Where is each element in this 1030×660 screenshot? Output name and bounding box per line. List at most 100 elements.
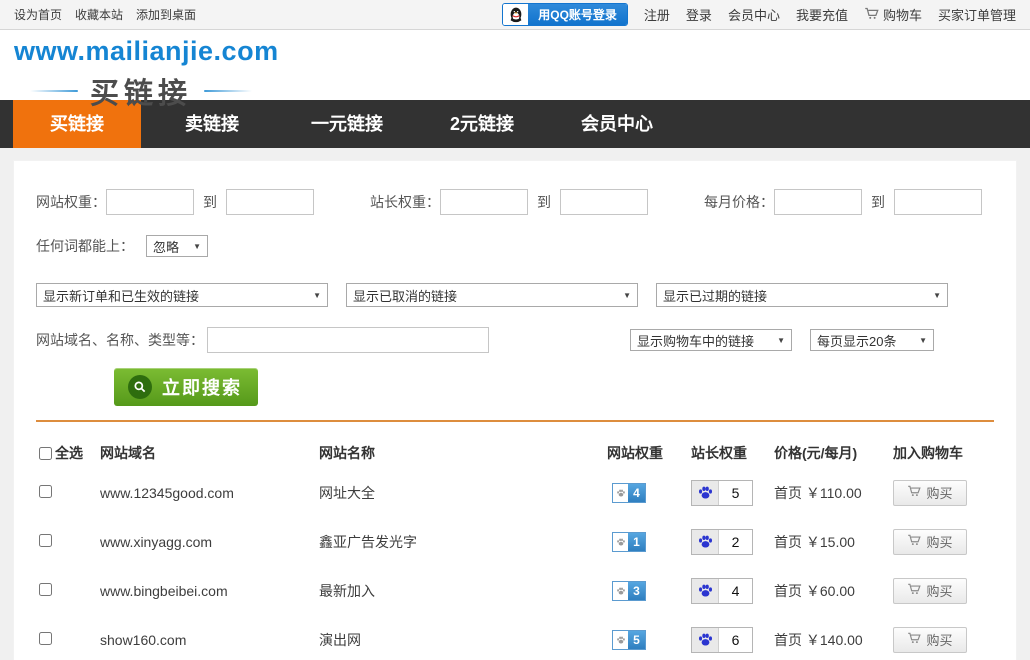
- site-weight-max-input[interactable]: [226, 189, 314, 215]
- webmaster-weight-min-input[interactable]: [440, 189, 528, 215]
- cancelled-select-value: 显示已取消的链接: [353, 286, 457, 305]
- site-weight-value: 4: [628, 484, 645, 502]
- row-domain: www.12345good.com: [100, 485, 319, 501]
- site-weight-badge: 5: [612, 630, 646, 650]
- topbar-account-links: 注册 登录 会员中心 我要充值: [644, 5, 848, 24]
- qq-penguin-icon: [503, 4, 528, 25]
- row-checkbox[interactable]: [39, 534, 52, 547]
- table-body: www.12345good.com 网址大全 4 5 首页 ￥110.00: [36, 468, 994, 660]
- anyword-select[interactable]: 忽略 ▼: [146, 235, 208, 257]
- topbar-left-links: 设为首页 收藏本站 添加到桌面: [14, 6, 196, 23]
- filter-row-anyword: 任何词都能上： 忽略 ▼: [36, 235, 994, 257]
- tagline-dash-left: [30, 90, 78, 92]
- topbar-link[interactable]: 注册: [644, 5, 670, 24]
- table-header: 全选 网站域名 网站名称 网站权重 站长权重 价格(元/每月) 加入购物车: [36, 438, 994, 468]
- cart-icon: [907, 631, 921, 648]
- buy-button-label: 购买: [926, 630, 952, 649]
- filter-row-weights: 网站权重： 到 站长权重： 到 每月价格： 到: [36, 189, 994, 215]
- buy-button[interactable]: 购买: [893, 480, 967, 506]
- row-domain: www.xinyagg.com: [100, 534, 319, 550]
- topbar-order-management-link[interactable]: 买家订单管理: [938, 5, 1016, 24]
- qq-login-button[interactable]: 用QQ账号登录: [502, 3, 628, 26]
- new-orders-select[interactable]: 显示新订单和已生效的链接 ▼: [36, 283, 328, 307]
- topbar-link[interactable]: 会员中心: [728, 5, 780, 24]
- webmaster-weight-value: 6: [719, 632, 752, 648]
- paw-icon: [613, 635, 628, 645]
- col-header-price: 价格(元/每月): [774, 443, 893, 463]
- cart-links-select-value: 显示购物车中的链接: [637, 331, 754, 350]
- search-button[interactable]: 立即搜索: [114, 368, 258, 406]
- topbar-link[interactable]: 登录: [686, 5, 712, 24]
- chevron-down-icon: ▼: [307, 291, 321, 300]
- nav-tab[interactable]: 会员中心: [553, 100, 681, 148]
- paw-icon: [692, 579, 719, 603]
- webmaster-weight-badge: 2: [691, 529, 753, 555]
- row-domain: show160.com: [100, 632, 319, 648]
- logo-site-name: 买链接: [90, 70, 192, 112]
- topbar-link[interactable]: 添加到桌面: [136, 6, 196, 23]
- site-weight-badge: 3: [612, 581, 646, 601]
- per-page-select[interactable]: 每页显示20条 ▼: [810, 329, 934, 351]
- webmaster-weight-value: 5: [719, 485, 752, 501]
- expired-select[interactable]: 显示已过期的链接 ▼: [656, 283, 948, 307]
- content-panel: 网站权重： 到 站长权重： 到 每月价格： 到 任何词都能上： 忽略 ▼ 显示新…: [13, 160, 1017, 660]
- topbar-link[interactable]: 设为首页: [14, 6, 62, 23]
- anyword-label: 任何词都能上：: [36, 236, 134, 256]
- topbar-link[interactable]: 收藏本站: [75, 6, 123, 23]
- chevron-down-icon: ▼: [187, 242, 201, 251]
- webmaster-weight-filter: 站长权重： 到: [370, 189, 648, 215]
- row-checkbox[interactable]: [39, 485, 52, 498]
- new-orders-select-value: 显示新订单和已生效的链接: [43, 286, 199, 305]
- orange-divider: [36, 420, 994, 422]
- paw-icon: [692, 628, 719, 652]
- chevron-down-icon: ▼: [913, 336, 927, 345]
- row-price: 首页 ￥15.00: [774, 532, 893, 552]
- site-weight-label: 网站权重：: [36, 192, 106, 212]
- table-row: www.12345good.com 网址大全 4 5 首页 ￥110.00: [36, 468, 994, 517]
- buy-button-label: 购买: [926, 581, 952, 600]
- price-max-input[interactable]: [894, 189, 982, 215]
- buy-button[interactable]: 购买: [893, 529, 967, 555]
- col-header-cart: 加入购物车: [893, 443, 994, 463]
- site-weight-filter: 网站权重： 到: [36, 189, 314, 215]
- anyword-select-value: 忽略: [153, 237, 179, 256]
- nav-tab[interactable]: 2元链接: [418, 100, 546, 148]
- monthly-price-filter: 每月价格： 到: [704, 189, 982, 215]
- select-all-checkbox[interactable]: [39, 447, 52, 460]
- cart-links-select[interactable]: 显示购物车中的链接 ▼: [630, 329, 792, 351]
- paw-icon: [613, 537, 628, 547]
- cart-icon: [907, 533, 921, 550]
- paw-icon: [613, 586, 628, 596]
- paw-icon: [692, 530, 719, 554]
- row-checkbox[interactable]: [39, 632, 52, 645]
- buy-button-label: 购买: [926, 532, 952, 551]
- filter-row-domain-search: 网站域名、名称、类型等： 显示购物车中的链接 ▼ 每页显示20条 ▼: [36, 327, 994, 353]
- cancelled-select[interactable]: 显示已取消的链接 ▼: [346, 283, 638, 307]
- topbar-link[interactable]: 我要充值: [796, 5, 848, 24]
- nav-tab[interactable]: 一元链接: [283, 100, 411, 148]
- row-price: 首页 ￥110.00: [774, 483, 893, 503]
- qq-login-label: 用QQ账号登录: [528, 4, 627, 25]
- monthly-price-label: 每月价格：: [704, 192, 774, 212]
- paw-icon: [692, 481, 719, 505]
- topbar-cart-link[interactable]: 购物车: [864, 5, 922, 24]
- buy-button[interactable]: 购买: [893, 578, 967, 604]
- domain-search-input[interactable]: [207, 327, 489, 353]
- price-min-input[interactable]: [774, 189, 862, 215]
- chevron-down-icon: ▼: [617, 291, 631, 300]
- paw-icon: [613, 488, 628, 498]
- site-weight-badge: 4: [612, 483, 646, 503]
- table-row: www.xinyagg.com 鑫亚广告发光字 1 2 首页 ￥15.00: [36, 517, 994, 566]
- webmaster-weight-badge: 6: [691, 627, 753, 653]
- row-checkbox[interactable]: [39, 583, 52, 596]
- buy-button[interactable]: 购买: [893, 627, 967, 653]
- webmaster-weight-max-input[interactable]: [560, 189, 648, 215]
- logo-area: www.mailianjie.com 买链接: [0, 30, 1030, 100]
- logo-url[interactable]: www.mailianjie.com: [14, 36, 279, 67]
- buy-button-label: 购买: [926, 483, 952, 502]
- topbar-right: 用QQ账号登录 注册 登录 会员中心 我要充值 购物车 买家订单管理: [502, 3, 1016, 26]
- site-weight-min-input[interactable]: [106, 189, 194, 215]
- expired-select-value: 显示已过期的链接: [663, 286, 767, 305]
- topbar-cart-label: 购物车: [883, 5, 922, 24]
- tagline-dash-right: [204, 90, 252, 92]
